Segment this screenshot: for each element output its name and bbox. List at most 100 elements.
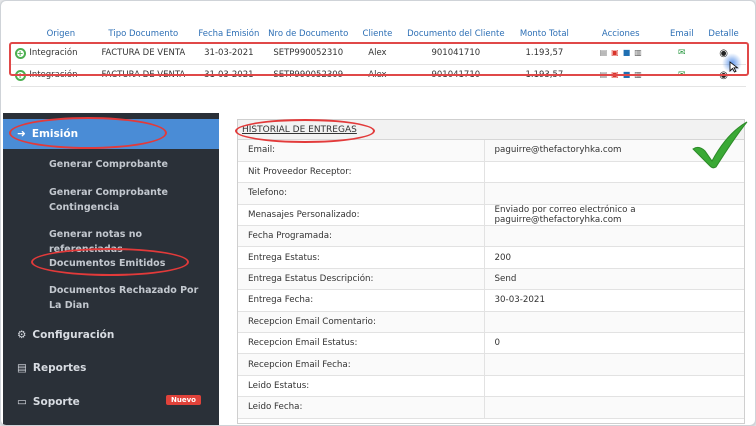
history-value (484, 353, 744, 376)
sidebar-item-documentos-rechazados[interactable]: Documentos Rechazado Por La Dian (3, 283, 213, 313)
gears-icon: ⚙ (17, 329, 27, 341)
sign-in-icon: ➜ (17, 128, 26, 140)
document-icon[interactable]: ▤ (600, 48, 608, 57)
report-icon: ▤ (17, 362, 27, 374)
history-row: Leido Estatus: (238, 375, 744, 398)
cell-fecha: 31-03-2021 (194, 42, 264, 65)
history-row: Recepcion Email Fecha: (238, 353, 744, 376)
sidebar-item-generar-comprobante[interactable]: Generar Comprobante (3, 157, 219, 172)
pdf-icon[interactable]: ▣ (611, 70, 619, 79)
col-fecha-emision: Fecha Emisión (194, 26, 264, 43)
history-title: HISTORIAL DE ENTREGAS (238, 120, 744, 140)
cell-doc-cliente: 901041710 (401, 64, 510, 87)
history-label: Telefono: (238, 182, 485, 205)
cell-origen: Integración (29, 64, 93, 87)
cell-cliente: Alex (353, 64, 402, 87)
sidebar-item-soporte[interactable]: ▭ Soporte Nuevo (3, 395, 219, 408)
history-label: Entrega Estatus Descripción: (238, 268, 485, 291)
sidebar-item-label: Configuración (32, 329, 115, 341)
history-row: Nit Proveedor Receptor: (238, 161, 744, 184)
history-value: 0 (484, 332, 744, 355)
col-acciones: Acciones (579, 26, 663, 43)
history-value (484, 225, 744, 248)
envelope-icon[interactable]: ✉ (678, 70, 686, 80)
sidebar-item-notas-no-referenciadas[interactable]: Generar notas no referenciadas (3, 227, 219, 257)
history-label: Entrega Fecha: (238, 289, 485, 312)
history-label: Menasajes Personalizado: (238, 204, 485, 227)
col-documento-cliente: Documento del Cliente (401, 26, 510, 43)
history-value (484, 396, 744, 419)
email-cell: ✉ (662, 42, 702, 65)
history-label: Leido Estatus: (238, 375, 485, 398)
history-label: Nit Proveedor Receptor: (238, 161, 485, 184)
email-cell: ✉ (662, 64, 702, 87)
history-row: Recepcion Email Estatus: 0 (238, 332, 744, 355)
history-row: Fecha Programada: (238, 225, 744, 248)
history-label: Email: (238, 140, 485, 162)
screenshot-frame: Origen Tipo Documento Fecha Emisión Nro … (0, 0, 756, 426)
history-row: Telefono: (238, 182, 744, 205)
expand-button[interactable]: + (11, 42, 30, 65)
cell-origen: Integración (29, 42, 93, 65)
grid-icon[interactable]: ▥ (634, 48, 642, 57)
history-panel: HISTORIAL DE ENTREGAS Email: paguirre@the… (237, 119, 745, 424)
history-label: Recepcion Email Fecha: (238, 353, 485, 376)
table-row[interactable]: + Integración FACTURA DE VENTA 31-03-202… (11, 64, 746, 87)
history-value (484, 375, 744, 398)
expand-button[interactable]: + (11, 64, 30, 87)
sidebar-item-generar-contingencia[interactable]: Generar Comprobante Contingencia (3, 185, 203, 215)
col-monto-total: Monto Total (509, 26, 579, 43)
cell-cliente: Alex (353, 42, 402, 65)
plus-icon: + (14, 69, 26, 81)
documents-table: Origen Tipo Documento Fecha Emisión Nro … (11, 26, 746, 87)
col-cliente: Cliente (353, 26, 402, 43)
col-tipo-documento: Tipo Documento (92, 26, 195, 43)
sidebar-item-configuracion[interactable]: ⚙ Configuración (3, 329, 219, 341)
sidebar-item-label: Reportes (32, 362, 87, 374)
grid-icon[interactable]: ▥ (634, 70, 642, 79)
sidebar-item-reportes[interactable]: ▤ Reportes (3, 362, 219, 374)
new-badge: Nuevo (166, 395, 201, 405)
history-row: Recepcion Email Comentario: (238, 311, 744, 334)
history-value: 200 (484, 246, 744, 269)
document-icon[interactable]: ▤ (600, 70, 608, 79)
monitor-icon: ▭ (17, 396, 27, 408)
history-value: Enviado por correo electrónico a paguirr… (484, 204, 744, 227)
cell-tipo: FACTURA DE VENTA (92, 64, 195, 87)
history-value: Send (484, 268, 744, 291)
checkmark-icon (692, 121, 748, 169)
plus-icon: + (14, 47, 26, 59)
envelope-icon[interactable]: ✉ (678, 48, 686, 58)
cell-tipo: FACTURA DE VENTA (92, 42, 195, 65)
actions-cell: ▤ ▣ ■ ▥ (579, 64, 663, 87)
history-label: Recepcion Email Comentario: (238, 311, 485, 334)
history-table: Email: paguirre@thefactoryhka.com Nit Pro… (238, 140, 744, 419)
cell-nro: SETP990052310 (263, 42, 354, 65)
cell-monto: 1.193,57 (509, 42, 579, 65)
sidebar-item-emision[interactable]: ➜ Emisión (3, 119, 219, 149)
table-row[interactable]: + Integración FACTURA DE VENTA 31-03-202… (11, 42, 746, 65)
history-row: Entrega Estatus Descripción: Send (238, 268, 744, 291)
history-row: Leido Fecha: (238, 396, 744, 419)
history-row: Entrega Fecha: 30-03-2021 (238, 289, 744, 312)
actions-cell: ▤ ▣ ■ ▥ (579, 42, 663, 65)
col-nro-documento: Nro de Documento (263, 26, 354, 43)
cell-doc-cliente: 901041710 (401, 42, 510, 65)
pdf-icon[interactable]: ▣ (611, 48, 619, 57)
history-label: Fecha Programada: (238, 225, 485, 248)
history-label: Leido Fecha: (238, 396, 485, 419)
sidebar-item-documentos-emitidos[interactable]: Documentos Emitidos (3, 256, 219, 271)
mouse-cursor-icon (729, 61, 739, 73)
history-value (484, 182, 744, 205)
sidebar: ➜ Emisión Generar Comprobante Generar Com… (3, 113, 219, 425)
cell-monto: 1.193,57 (509, 64, 579, 87)
col-email: Email (662, 26, 702, 43)
table-header-row: Origen Tipo Documento Fecha Emisión Nro … (11, 26, 746, 43)
cell-nro: SETP990052309 (263, 64, 354, 87)
history-value: 30-03-2021 (484, 289, 744, 312)
folder-icon[interactable]: ■ (623, 48, 631, 57)
folder-icon[interactable]: ■ (623, 70, 631, 79)
sidebar-item-label: Emisión (31, 128, 79, 140)
history-row: Email: paguirre@thefactoryhka.com (238, 140, 744, 162)
col-origen: Origen (29, 26, 93, 43)
